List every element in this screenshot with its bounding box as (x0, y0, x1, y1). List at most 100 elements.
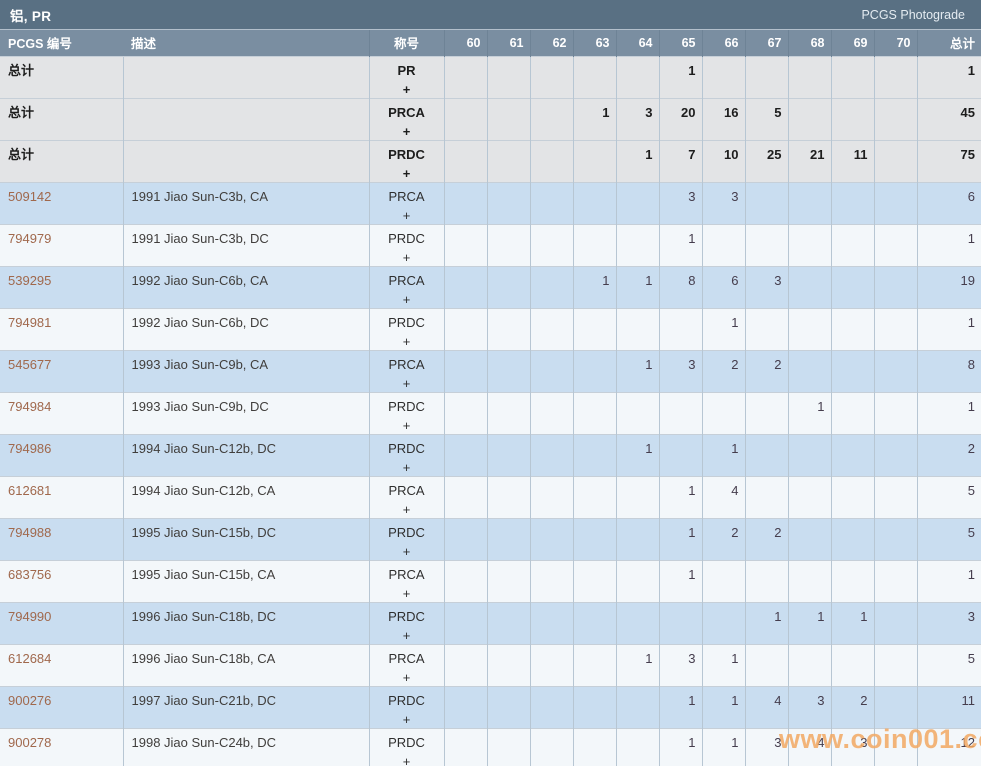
grade-cell-61 (486, 559, 530, 602)
grade-cell-67 (744, 181, 788, 224)
grade-cell-67 (744, 223, 788, 266)
grade-cell-70 (873, 139, 917, 182)
grade-cell-70 (873, 727, 917, 766)
table-row: 612681 1994 Jiao Sun-C12b, CA PRCA +1 4 5 (0, 475, 981, 518)
grade-cell-69 (830, 265, 874, 308)
pcgs-number-link[interactable]: 545677 (8, 357, 51, 372)
grade-cell-65 (658, 601, 702, 644)
pcgs-number-link[interactable]: 794981 (8, 315, 51, 330)
designation-label: PRCA (388, 272, 425, 288)
grade-cell-64 (615, 601, 659, 644)
pcgs-number-link[interactable]: 683756 (8, 567, 51, 582)
grade-cell-64: 1 (615, 265, 659, 308)
column-header-7: 64 (615, 30, 659, 56)
grade-cell-65: 1 (658, 223, 702, 266)
total-row: 总计 PRDC +1 7 10 25 21 11 75 (0, 139, 981, 182)
pcgs-number-cell: 794990 (0, 601, 123, 644)
grade-cell-65: 1 (658, 475, 702, 518)
pcgs-number-link[interactable]: 900278 (8, 735, 51, 750)
grade-cell-70 (873, 433, 917, 476)
pcgs-number-link[interactable]: 794990 (8, 609, 51, 624)
grade-cell-70 (873, 223, 917, 266)
grade-cell-60 (443, 601, 487, 644)
grade-cell-63 (572, 643, 616, 686)
grade-cell-65: 1 (658, 727, 702, 766)
grade-cell-67: 1 (744, 601, 788, 644)
pcgs-number-cell: 794986 (0, 433, 123, 476)
grade-cell-62 (529, 559, 573, 602)
grade-cell-60 (443, 55, 487, 98)
grade-cell-65: 1 (658, 685, 702, 728)
row-total-cell: 6 (916, 181, 981, 224)
row-total-cell: 11 (916, 685, 981, 728)
grade-cell-62 (529, 391, 573, 434)
grade-cell-65: 3 (658, 349, 702, 392)
total-label: 总计 (8, 104, 35, 120)
description-cell: 1994 Jiao Sun-C12b, CA (122, 475, 369, 518)
designation-label: PRCA (388, 104, 425, 120)
grade-cell-68: 1 (787, 601, 831, 644)
pcgs-number-link[interactable]: 612681 (8, 483, 51, 498)
grade-cell-66: 10 (701, 139, 745, 182)
grade-cell-66 (701, 55, 745, 98)
row-total-cell: 1 (916, 223, 981, 266)
row-total-cell: 3 (916, 601, 981, 644)
pcgs-number-link[interactable]: 794988 (8, 525, 51, 540)
pcgs-number-link[interactable]: 794984 (8, 399, 51, 414)
grade-cell-61 (486, 391, 530, 434)
grade-cell-61 (486, 517, 530, 560)
grade-cell-60 (443, 685, 487, 728)
designation-plus: + (402, 459, 411, 475)
row-total-cell: 12 (916, 727, 981, 766)
grade-cell-67: 2 (744, 349, 788, 392)
total-label: 总计 (8, 146, 35, 162)
grade-cell-65: 20 (658, 97, 702, 140)
description-cell: 1993 Jiao Sun-C9b, CA (122, 349, 369, 392)
photograde-link[interactable]: PCGS Photograde (861, 8, 965, 22)
column-header-13: 70 (873, 30, 917, 56)
grade-cell-69 (830, 643, 874, 686)
grade-cell-62 (529, 475, 573, 518)
grade-cell-69: 2 (830, 685, 874, 728)
designation-plus: + (402, 543, 411, 559)
grade-cell-68 (787, 55, 831, 98)
pcgs-number-link[interactable]: 612684 (8, 651, 51, 666)
column-header-0: PCGS 编号 (8, 37, 72, 52)
pcgs-number-cell: 总计 (0, 55, 123, 98)
grade-cell-61 (486, 223, 530, 266)
designation-plus: + (402, 291, 411, 307)
grade-cell-66: 1 (701, 685, 745, 728)
pcgs-number-link[interactable]: 539295 (8, 273, 51, 288)
pcgs-number-link[interactable]: 794986 (8, 441, 51, 456)
column-header-12: 69 (830, 30, 874, 56)
pcgs-number-cell: 509142 (0, 181, 123, 224)
grade-cell-62 (529, 307, 573, 350)
description-cell: 1994 Jiao Sun-C12b, DC (122, 433, 369, 476)
grade-cell-67 (744, 391, 788, 434)
grade-cell-64 (615, 475, 659, 518)
designation-label: PRCA (388, 566, 425, 582)
pcgs-number-cell: 794981 (0, 307, 123, 350)
page: 铝, PR PCGS Photograde PCGS 编号 描述 称号 60 61 62 6… (0, 0, 981, 766)
description-cell (122, 97, 369, 140)
designation-label: PRCA (388, 650, 425, 666)
pcgs-number-link[interactable]: 509142 (8, 189, 51, 204)
grade-cell-69 (830, 517, 874, 560)
row-total-cell: 1 (916, 391, 981, 434)
designation-cell: PRDC + (368, 139, 444, 182)
pcgs-number-link[interactable]: 794979 (8, 231, 51, 246)
pcgs-number-link[interactable]: 900276 (8, 693, 51, 708)
designation-plus: + (402, 375, 411, 391)
designation-cell: PRCA + (368, 475, 444, 518)
description-cell: 1992 Jiao Sun-C6b, DC (122, 307, 369, 350)
grade-cell-65 (658, 391, 702, 434)
grade-cell-60 (443, 643, 487, 686)
designation-plus: + (402, 333, 411, 349)
grade-cell-70 (873, 349, 917, 392)
designation-plus: + (402, 711, 411, 727)
grade-cell-70 (873, 475, 917, 518)
grade-cell-67 (744, 433, 788, 476)
table-row: 794986 1994 Jiao Sun-C12b, DC PRDC +1 1 2 (0, 433, 981, 476)
designation-label: PRDC (388, 524, 425, 540)
designation-cell: PRDC + (368, 307, 444, 350)
